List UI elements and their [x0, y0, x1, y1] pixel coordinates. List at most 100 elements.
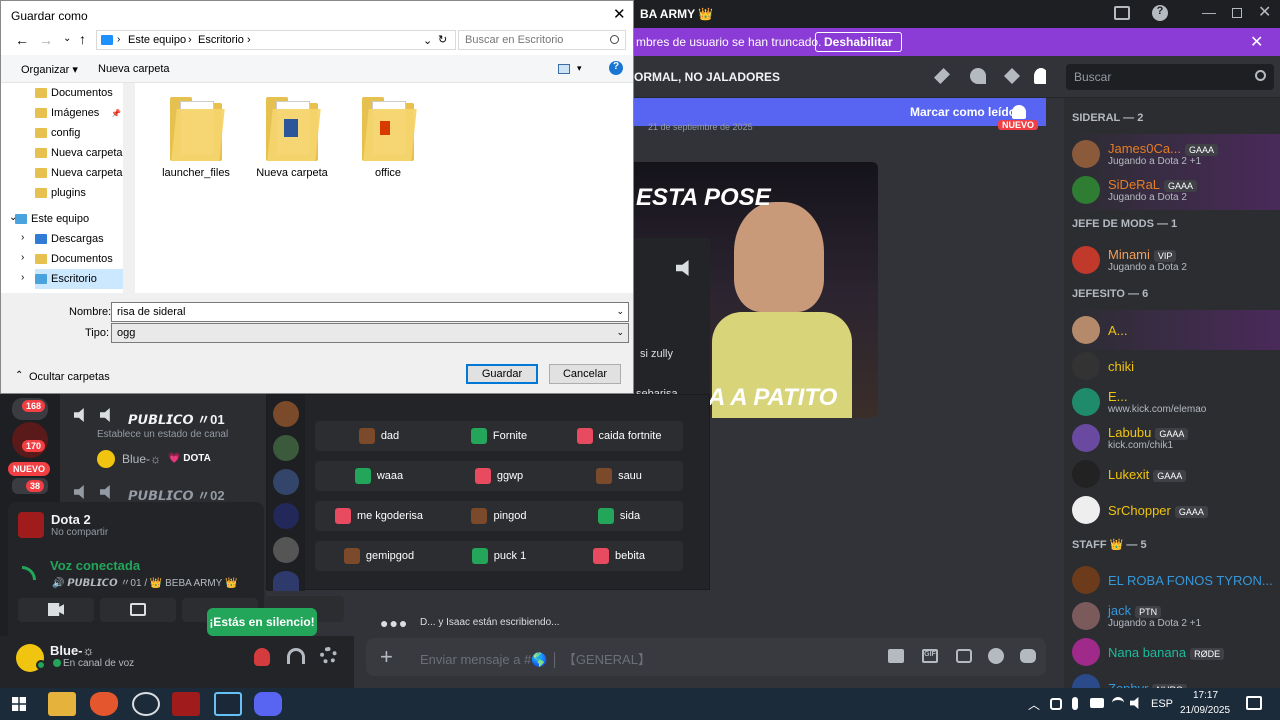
- tray-volume-icon[interactable]: [1130, 697, 1139, 709]
- tray-chevron-icon[interactable]: ︿: [1028, 696, 1040, 713]
- member-row[interactable]: chiki: [1064, 346, 1280, 386]
- member-avatar[interactable]: [1072, 140, 1100, 168]
- inbox-icon[interactable]: [1114, 6, 1130, 20]
- pin-icon[interactable]: [1004, 68, 1020, 84]
- save-button[interactable]: Guardar: [466, 364, 538, 384]
- tree-item[interactable]: Imágenes 📌: [35, 103, 121, 123]
- disable-button[interactable]: Deshabilitar: [815, 32, 902, 52]
- new-folder-button[interactable]: Nueva carpeta: [98, 63, 170, 75]
- tree-item[interactable]: Documentos: [35, 249, 113, 269]
- sticker-icon[interactable]: [956, 649, 972, 663]
- avatar[interactable]: [273, 435, 299, 461]
- help-icon[interactable]: ?: [1152, 5, 1168, 21]
- tree-item[interactable]: Nueva carpeta: [35, 163, 123, 183]
- sound-button[interactable]: caida fortnite: [555, 421, 683, 451]
- tree-item[interactable]: config: [35, 123, 80, 143]
- settings-gear-icon[interactable]: [320, 647, 337, 664]
- member-avatar[interactable]: [1072, 352, 1100, 380]
- discord-taskbar-icon[interactable]: [254, 692, 282, 716]
- hide-folders-button[interactable]: Ocultar carpetas: [29, 371, 110, 383]
- member-avatar[interactable]: [1072, 388, 1100, 416]
- filename-dropdown-icon[interactable]: ⌄: [616, 306, 624, 317]
- close-notice-icon[interactable]: ✕: [1250, 32, 1263, 52]
- sound-button[interactable]: ggwp: [435, 461, 563, 491]
- filetype-select[interactable]: ogg ⌄: [111, 323, 629, 343]
- dialog-search-input[interactable]: Buscar en Escritorio: [458, 30, 626, 50]
- expand-chevron-icon[interactable]: ›: [21, 272, 24, 283]
- avatar[interactable]: [273, 401, 299, 427]
- notification-icon[interactable]: [970, 68, 986, 84]
- threads-icon[interactable]: [934, 68, 950, 84]
- organize-button[interactable]: Organizar ▾: [21, 63, 78, 76]
- maximize-icon[interactable]: [1232, 8, 1242, 18]
- breadcrumb-this-pc[interactable]: Este equipo: [128, 34, 186, 46]
- clock-date[interactable]: 21/09/2025: [1180, 705, 1230, 716]
- clock-time[interactable]: 17:17: [1193, 690, 1218, 701]
- sound-button[interactable]: bebita: [555, 541, 683, 571]
- sound-button[interactable]: me kgoderisa: [315, 501, 443, 531]
- tree-scroll-track[interactable]: [123, 83, 135, 293]
- member-row[interactable]: Lukexit GAAA: [1064, 454, 1280, 494]
- member-row[interactable]: Labubu GAAA kick.com/chik1: [1064, 418, 1280, 458]
- minimize-icon[interactable]: —: [1202, 4, 1216, 20]
- voice-connected[interactable]: Voz conectada: [50, 558, 140, 573]
- forward-arrow-icon[interactable]: →: [39, 32, 53, 48]
- sound-button[interactable]: gemipgod: [315, 541, 443, 571]
- dialog-help-icon[interactable]: ?: [609, 61, 623, 75]
- tray-battery-icon[interactable]: [1090, 698, 1104, 708]
- folder-item[interactable]: launcher_files: [156, 97, 236, 179]
- user-name[interactable]: Blue-☼: [50, 643, 94, 658]
- avatar[interactable]: [273, 503, 299, 529]
- avatar[interactable]: [273, 537, 299, 563]
- gif-icon[interactable]: GIF: [922, 649, 938, 663]
- tray-mic-icon[interactable]: [1072, 697, 1078, 710]
- muted-microphone-icon[interactable]: [254, 648, 270, 666]
- view-options-icon[interactable]: [558, 64, 570, 74]
- avatar[interactable]: [273, 571, 299, 591]
- member-row[interactable]: A...: [1064, 310, 1280, 350]
- close-window-icon[interactable]: ✕: [1258, 2, 1271, 22]
- file-explorer-icon[interactable]: [48, 692, 76, 716]
- address-dropdown-icon[interactable]: ⌄: [423, 34, 432, 47]
- up-arrow-icon[interactable]: ↑: [79, 31, 86, 47]
- breadcrumb-desktop[interactable]: Escritorio: [198, 34, 244, 46]
- avatar[interactable]: [273, 469, 299, 495]
- member-avatar[interactable]: [1072, 424, 1100, 452]
- dialog-close-icon[interactable]: ✕: [613, 5, 626, 23]
- sound-button[interactable]: puck 1: [435, 541, 563, 571]
- activity-game[interactable]: Dota 2: [51, 512, 91, 527]
- folder-item[interactable]: office: [348, 97, 428, 179]
- expand-chevron-icon[interactable]: ⌄: [9, 212, 17, 223]
- member-avatar[interactable]: [1072, 460, 1100, 488]
- member-row[interactable]: SrChopper GAAA: [1064, 490, 1280, 530]
- sound-button[interactable]: dad: [315, 421, 443, 451]
- member-row[interactable]: James0Ca... GAAA Jugando a Dota 2 +1: [1064, 134, 1280, 174]
- folder-item[interactable]: Nueva carpeta: [252, 97, 332, 179]
- dota-taskbar-icon[interactable]: [172, 692, 200, 716]
- steam-icon[interactable]: [214, 692, 242, 716]
- member-row[interactable]: Nana banana RØDE: [1064, 632, 1280, 672]
- recent-chevron-icon[interactable]: ⌄: [63, 33, 71, 44]
- language-indicator[interactable]: ESP: [1151, 698, 1173, 710]
- member-avatar[interactable]: [1072, 638, 1100, 666]
- sound-button[interactable]: sauu: [555, 461, 683, 491]
- filename-input[interactable]: risa de sideral ⌄: [111, 302, 629, 322]
- tray-wifi-icon[interactable]: [1112, 697, 1124, 709]
- tree-item[interactable]: plugins: [35, 183, 86, 203]
- gift-icon[interactable]: [888, 649, 904, 663]
- member-avatar[interactable]: [1072, 176, 1100, 204]
- pin-icon[interactable]: 📌: [111, 109, 121, 118]
- expand-chevron-icon[interactable]: ›: [21, 252, 24, 263]
- member-avatar[interactable]: [1072, 566, 1100, 594]
- cancel-button[interactable]: Cancelar: [549, 364, 621, 384]
- brave-icon[interactable]: [90, 692, 118, 716]
- sound-partial-1[interactable]: si zully: [640, 348, 673, 360]
- member-row[interactable]: SiDeRaL GAAA Jugando a Dota 2: [1064, 170, 1280, 210]
- chess-icon[interactable]: [132, 692, 160, 716]
- discord-search-input[interactable]: Buscar: [1066, 64, 1274, 90]
- voice-location[interactable]: 🔊 𝙋𝙐𝘽𝙇𝙄𝘾𝙊 〃01 / 👑 BEBA ARMY 👑: [52, 574, 237, 589]
- voice-user-name[interactable]: Blue-☼: [122, 452, 161, 466]
- member-avatar[interactable]: [1072, 674, 1100, 688]
- member-avatar[interactable]: [1072, 496, 1100, 524]
- address-bar[interactable]: › Este equipo › Escritorio › ⌄ ↻: [96, 30, 456, 50]
